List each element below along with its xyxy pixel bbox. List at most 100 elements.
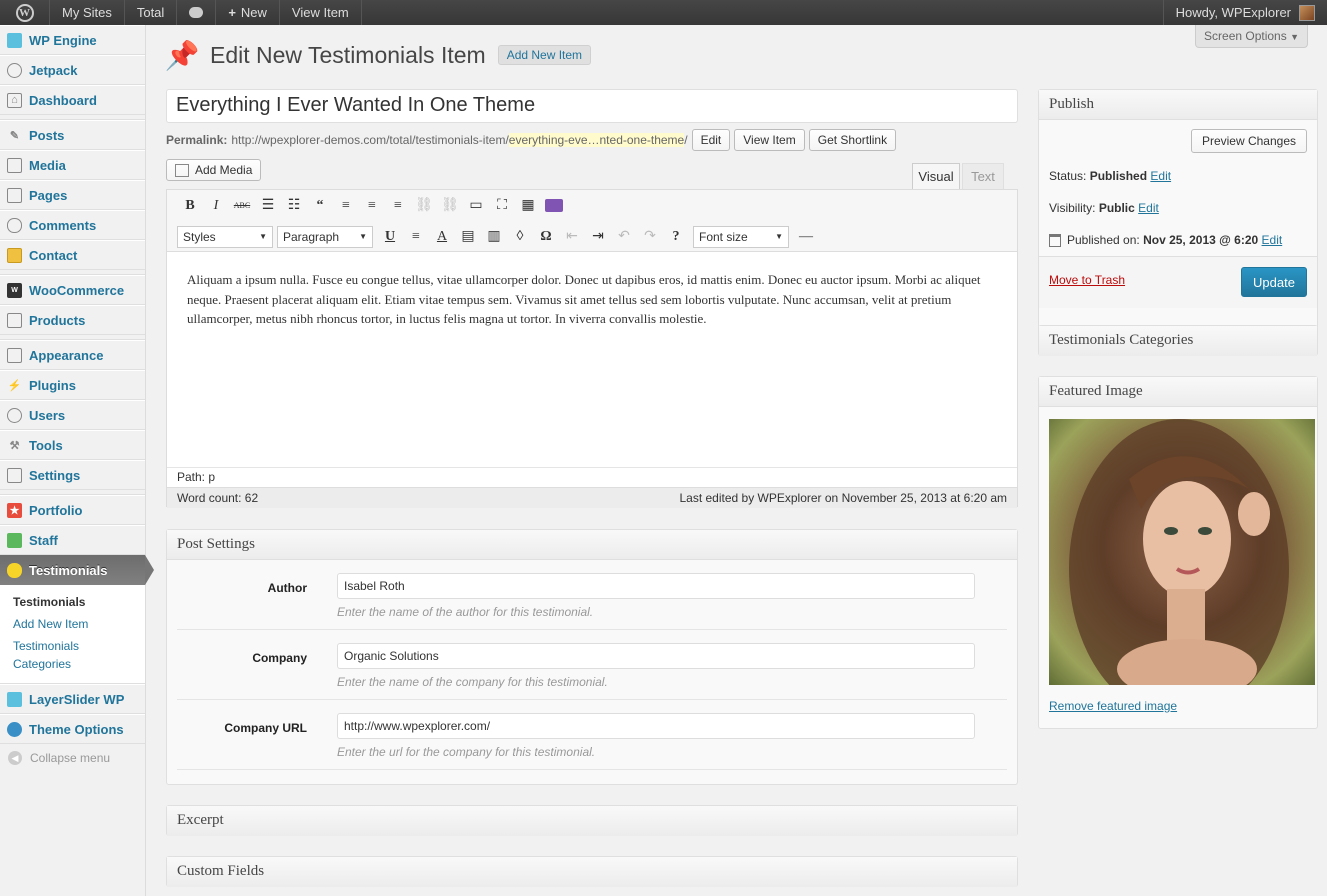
justify-icon[interactable]: ≡ <box>403 226 429 248</box>
remove-featured-image-link[interactable]: Remove featured image <box>1049 699 1177 713</box>
author-field: Author Isabel Roth Enter the name of the… <box>177 560 1007 630</box>
kitchen-sink-icon[interactable]: ▦ <box>515 195 541 217</box>
edit-status-link[interactable]: Edit <box>1150 169 1171 183</box>
publish-title[interactable]: Publish <box>1039 90 1317 120</box>
text-color-icon[interactable]: A <box>429 226 455 248</box>
outdent-icon[interactable]: ⇤ <box>559 226 585 248</box>
italic-icon[interactable]: I <box>203 195 229 217</box>
numbered-list-icon[interactable]: ☷ <box>281 195 307 217</box>
more-tag-icon[interactable]: ▭ <box>463 195 489 217</box>
link-icon[interactable]: ⛓ <box>411 195 437 217</box>
tools-icon: ⚒ <box>9 439 20 452</box>
styles-select[interactable]: Styles ▼ <box>177 225 273 248</box>
bold-icon[interactable]: B <box>177 195 203 217</box>
clear-formatting-icon[interactable]: ◊ <box>507 226 533 248</box>
new-content-button[interactable]: + New <box>216 0 280 25</box>
fullscreen-icon[interactable]: ⛶ <box>489 195 515 217</box>
get-shortlink-button[interactable]: Get Shortlink <box>808 129 897 151</box>
my-sites-link[interactable]: My Sites <box>50 0 125 25</box>
add-new-item-button[interactable]: Add New Item <box>497 45 592 65</box>
company-input[interactable]: Organic Solutions <box>337 643 975 669</box>
excerpt-box: Excerpt <box>166 805 1018 836</box>
wordpress-logo-button[interactable]: W <box>0 0 50 25</box>
sidebar-item-media[interactable]: Media <box>0 150 145 180</box>
sidebar-item-testimonials[interactable]: Testimonials <box>0 555 154 585</box>
permalink-slug[interactable]: everything-eve…nted-one-theme <box>508 133 685 147</box>
horizontal-rule-icon[interactable]: — <box>793 226 819 248</box>
custom-fields-title[interactable]: Custom Fields <box>167 857 1017 887</box>
editor-content[interactable]: Aliquam a ipsum nulla. Fusce eu congue t… <box>167 252 1017 467</box>
bullet-list-icon[interactable]: ☰ <box>255 195 281 217</box>
indent-icon[interactable]: ⇥ <box>585 226 611 248</box>
sidebar-item-contact[interactable]: Contact <box>0 240 145 270</box>
edit-visibility-link[interactable]: Edit <box>1138 201 1159 215</box>
submenu-item-add-new[interactable]: Add New Item <box>13 613 145 635</box>
site-name-link[interactable]: Total <box>125 0 178 25</box>
categories-title[interactable]: Testimonials Categories <box>1039 326 1317 356</box>
sidebar-item-tools[interactable]: ⚒ Tools <box>0 430 145 460</box>
woocommerce-shortcode-icon[interactable] <box>541 195 567 217</box>
view-item-link[interactable]: View Item <box>280 0 362 25</box>
font-size-select[interactable]: Font size ▼ <box>693 225 789 248</box>
sidebar-item-products[interactable]: Products <box>0 305 145 335</box>
sidebar-item-appearance[interactable]: Appearance <box>0 340 145 370</box>
cart-icon <box>7 312 22 328</box>
special-character-icon[interactable]: Ω <box>533 226 559 248</box>
paste-text-icon[interactable]: ▤ <box>455 226 481 248</box>
permalink-row: Permalink: http://wpexplorer-demos.com/t… <box>166 129 897 151</box>
align-center-icon[interactable]: ≡ <box>359 195 385 217</box>
tab-text[interactable]: Text <box>962 163 1004 189</box>
add-media-button[interactable]: Add Media <box>166 159 262 181</box>
sidebar-item-plugins[interactable]: ⚡ Plugins <box>0 370 145 400</box>
post-settings-title[interactable]: Post Settings <box>167 530 1017 560</box>
author-input[interactable]: Isabel Roth <box>337 573 975 599</box>
collapse-menu-button[interactable]: ◀ Collapse menu <box>0 744 145 772</box>
format-label: Paragraph <box>283 229 340 244</box>
featured-image[interactable] <box>1049 419 1315 685</box>
last-edited: Last edited by WPExplorer on November 25… <box>679 491 1007 505</box>
edit-permalink-button[interactable]: Edit <box>691 129 731 151</box>
format-select[interactable]: Paragraph ▼ <box>277 225 373 248</box>
sidebar-item-staff[interactable]: Staff <box>0 525 145 555</box>
sidebar-item-theme-options[interactable]: Theme Options <box>0 714 145 744</box>
view-item-button[interactable]: View Item <box>734 129 805 151</box>
submenu-item-categories[interactable]: Testimonials Categories <box>13 635 103 675</box>
blockquote-icon[interactable]: “ <box>307 195 333 217</box>
underline-icon[interactable]: U <box>377 226 403 248</box>
edit-date-link[interactable]: Edit <box>1262 233 1283 247</box>
submenu-item-testimonials[interactable]: Testimonials <box>13 591 145 613</box>
sidebar-item-portfolio[interactable]: ★ Portfolio <box>0 495 145 525</box>
post-title-input[interactable]: Everything I Ever Wanted In One Theme <box>166 89 1018 123</box>
excerpt-title[interactable]: Excerpt <box>167 806 1017 836</box>
sidebar-item-posts[interactable]: ✎ Posts <box>0 120 145 150</box>
move-to-trash-link[interactable]: Move to Trash <box>1049 273 1125 287</box>
company-url-input[interactable]: http://www.wpexplorer.com/ <box>337 713 975 739</box>
content-editor: B I ABC ☰ ☷ “ ≡ ≡ ≡ ⛓ ⛓ ▭ ⛶ ▦ Styles ▼ Pa… <box>166 189 1018 508</box>
preview-changes-button[interactable]: Preview Changes <box>1190 129 1307 153</box>
comments-button[interactable] <box>177 0 217 25</box>
paste-word-icon[interactable]: ▥ <box>481 226 507 248</box>
undo-icon[interactable]: ↶ <box>611 226 637 248</box>
update-button[interactable]: Update <box>1241 267 1307 297</box>
align-right-icon[interactable]: ≡ <box>385 195 411 217</box>
sidebar-item-layerslider[interactable]: LayerSlider WP <box>0 684 145 714</box>
sidebar-item-settings[interactable]: Settings <box>0 460 145 490</box>
redo-icon[interactable]: ↷ <box>637 226 663 248</box>
sidebar-item-woocommerce[interactable]: W WooCommerce <box>0 275 145 305</box>
strikethrough-icon[interactable]: ABC <box>229 195 255 217</box>
account-menu[interactable]: Howdy, WPExplorer <box>1162 0 1327 25</box>
screen-options-button[interactable]: Screen Options ▼ <box>1195 25 1308 48</box>
sidebar-item-pages[interactable]: Pages <box>0 180 145 210</box>
featured-image-box: Featured Image Remove featured image <box>1038 376 1318 729</box>
tab-visual[interactable]: Visual <box>912 163 960 189</box>
featured-image-title[interactable]: Featured Image <box>1039 377 1317 407</box>
align-left-icon[interactable]: ≡ <box>333 195 359 217</box>
sidebar-item-wp-engine[interactable]: WP Engine <box>0 25 145 55</box>
sidebar-item-dashboard[interactable]: ⌂ Dashboard <box>0 85 145 115</box>
sidebar-item-users[interactable]: Users <box>0 400 145 430</box>
help-icon[interactable]: ? <box>663 226 689 248</box>
sidebar-item-jetpack[interactable]: Jetpack <box>0 55 145 85</box>
unlink-icon[interactable]: ⛓ <box>437 195 463 217</box>
sidebar-item-label: LayerSlider WP <box>29 691 125 707</box>
sidebar-item-comments[interactable]: Comments <box>0 210 145 240</box>
